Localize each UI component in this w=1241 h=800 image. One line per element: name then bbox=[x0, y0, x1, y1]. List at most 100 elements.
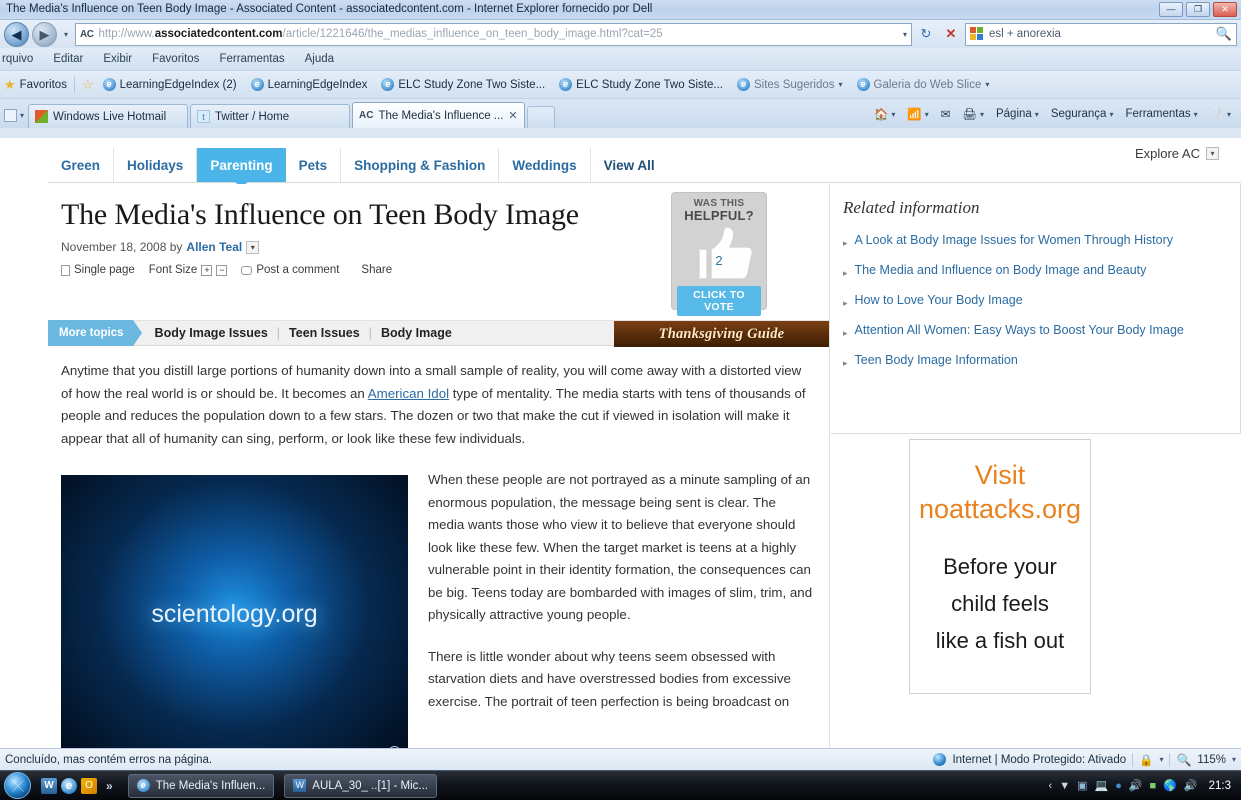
list-item[interactable]: ▸ Attention All Women: Easy Ways to Boost… bbox=[843, 321, 1224, 342]
chevron-down-icon[interactable]: ▾ bbox=[1227, 110, 1231, 119]
maximize-button[interactable]: ❐ bbox=[1186, 2, 1210, 17]
close-button[interactable]: ✕ bbox=[1213, 2, 1237, 17]
chevron-down-icon[interactable]: ▾ bbox=[1035, 110, 1039, 119]
chevron-down-icon[interactable]: ▾ bbox=[1206, 147, 1219, 160]
favorites-star-icon[interactable]: ★ bbox=[4, 77, 16, 93]
mail-button[interactable]: ✉ bbox=[937, 106, 955, 122]
home-button[interactable]: 🏠 ▾ bbox=[870, 106, 899, 122]
minimize-button[interactable]: — bbox=[1159, 2, 1183, 17]
favorites-label[interactable]: Favoritos bbox=[20, 79, 67, 91]
print-button[interactable]: 🖨 ▾ bbox=[958, 106, 988, 122]
menu-item-editar[interactable]: Editar bbox=[53, 53, 83, 65]
protected-mode-icon[interactable]: 🔒 bbox=[1139, 753, 1153, 767]
new-tab-button[interactable] bbox=[526, 106, 555, 128]
related-link[interactable]: Teen Body Image Information bbox=[855, 351, 1018, 372]
quick-tabs-icon[interactable] bbox=[4, 109, 17, 122]
share-button[interactable]: Share bbox=[361, 264, 392, 276]
url-input[interactable]: AC http://www.associatedcontent.com/arti… bbox=[75, 22, 912, 46]
search-input[interactable]: esl + anorexia 🔍 bbox=[965, 22, 1237, 46]
url-dropdown-caret-icon[interactable]: ▾ bbox=[903, 30, 907, 39]
monitor-icon[interactable]: 💻 bbox=[1094, 779, 1108, 792]
battery-icon[interactable]: ■ bbox=[1150, 780, 1157, 792]
font-size-control[interactable]: Font Size + − bbox=[149, 264, 228, 276]
menu-item-favoritos[interactable]: Favoritos bbox=[152, 53, 199, 65]
font-decrease-icon[interactable]: − bbox=[216, 264, 228, 276]
chevron-down-icon[interactable]: ▾ bbox=[1194, 110, 1198, 119]
click-to-vote-button[interactable]: CLICK TO VOTE bbox=[677, 286, 761, 316]
zoom-icon[interactable]: 🔍 bbox=[1176, 753, 1191, 767]
start-button[interactable] bbox=[4, 772, 31, 799]
topic-body-image[interactable]: Body Image bbox=[381, 326, 452, 340]
chevron-down-icon[interactable]: ▾ bbox=[839, 80, 843, 89]
network-icon[interactable]: 🌎 bbox=[1163, 779, 1177, 792]
list-item[interactable]: ▸ A Look at Body Image Issues for Women T… bbox=[843, 231, 1224, 252]
site-nav-holidays[interactable]: Holidays bbox=[114, 148, 198, 182]
tab-twitter-home[interactable]: t Twitter / Home bbox=[190, 104, 351, 128]
chevron-down-icon[interactable]: ▾ bbox=[246, 240, 260, 254]
quick-launch-overflow-icon[interactable]: » bbox=[106, 779, 113, 793]
site-nav-shopping-fashion[interactable]: Shopping & Fashion bbox=[341, 148, 500, 182]
feeds-button[interactable]: 📶 ▾ bbox=[903, 106, 932, 122]
list-item[interactable]: ▸ How to Love Your Body Image bbox=[843, 291, 1224, 312]
site-nav-pets[interactable]: Pets bbox=[286, 148, 342, 182]
site-nav-view-all[interactable]: View All bbox=[591, 148, 668, 182]
close-tab-icon[interactable]: ✕ bbox=[508, 109, 517, 122]
post-comment-button[interactable]: Post a comment bbox=[241, 264, 339, 276]
acrobat-icon[interactable]: ● bbox=[1115, 780, 1122, 792]
chevron-down-icon[interactable]: ▾ bbox=[1232, 755, 1236, 764]
add-favorite-icon[interactable]: ☆ bbox=[82, 77, 94, 93]
favorite-item-sites-sugeridos[interactable]: Sites Sugeridos ▾ bbox=[732, 76, 848, 93]
tab-list-caret-icon[interactable]: ▾ bbox=[20, 111, 24, 120]
zoom-level[interactable]: 115% bbox=[1197, 754, 1226, 766]
chevron-down-icon[interactable]: ▾ bbox=[980, 110, 984, 119]
more-topics-button[interactable]: More topics bbox=[48, 320, 142, 346]
antenna-icon[interactable]: ▼ bbox=[1059, 780, 1070, 792]
site-nav-parenting[interactable]: Parenting bbox=[197, 148, 286, 182]
related-link[interactable]: The Media and Influence on Body Image an… bbox=[855, 261, 1147, 282]
back-button[interactable]: ◀ bbox=[4, 21, 29, 47]
chevron-down-icon[interactable]: ▾ bbox=[1159, 755, 1163, 764]
site-nav-green[interactable]: Green bbox=[48, 148, 115, 182]
thanksgiving-guide-banner[interactable]: Thanksgiving Guide bbox=[614, 321, 829, 347]
word-icon[interactable]: W bbox=[41, 777, 57, 794]
refresh-button[interactable]: ↻ bbox=[915, 23, 937, 46]
taskbar-clock[interactable]: 21:3 bbox=[1205, 780, 1231, 792]
tools-menu-button[interactable]: Ferramentas ▾ bbox=[1121, 107, 1201, 121]
taskbar-item-word[interactable]: W AULA_30_ ..[1] - Mic... bbox=[284, 773, 437, 798]
author-link[interactable]: Allen Teal bbox=[186, 240, 242, 254]
volume-icon[interactable]: 🔊 bbox=[1184, 779, 1198, 792]
article-figure[interactable]: scientology.org i bbox=[61, 475, 408, 748]
favorite-item-galeria-web-slice[interactable]: Galeria do Web Slice▾ bbox=[852, 76, 995, 93]
help-button[interactable]: ❔ ▾ bbox=[1206, 106, 1235, 122]
favorite-item-learningedgeindex[interactable]: LearningEdgeIndex bbox=[246, 76, 373, 93]
menu-item-exibir[interactable]: Exibir bbox=[103, 53, 132, 65]
chevron-down-icon[interactable]: ▾ bbox=[985, 80, 989, 89]
topic-teen-issues[interactable]: Teen Issues bbox=[289, 326, 360, 340]
stop-button[interactable]: ✕ bbox=[940, 23, 962, 46]
related-link[interactable]: A Look at Body Image Issues for Women Th… bbox=[855, 231, 1173, 252]
site-nav-weddings[interactable]: Weddings bbox=[499, 148, 591, 182]
chevron-down-icon[interactable]: ▾ bbox=[925, 110, 929, 119]
menu-item-ajuda[interactable]: Ajuda bbox=[305, 53, 334, 65]
ie-icon[interactable]: e bbox=[61, 777, 77, 794]
opera-icon[interactable]: O bbox=[81, 777, 97, 794]
printer-tray-icon[interactable]: ▣ bbox=[1077, 779, 1087, 792]
topic-body-image-issues[interactable]: Body Image Issues bbox=[155, 326, 268, 340]
favorite-item-elc-study-zone-2[interactable]: ELC Study Zone Two Siste... bbox=[554, 76, 728, 93]
was-this-helpful-widget[interactable]: WAS THIS HELPFUL? 2 CLICK TO VOTE bbox=[671, 192, 767, 316]
list-item[interactable]: ▸ Teen Body Image Information bbox=[843, 351, 1224, 372]
related-link[interactable]: How to Love Your Body Image bbox=[855, 291, 1023, 312]
favorite-item-elc-study-zone-1[interactable]: ELC Study Zone Two Siste... bbox=[376, 76, 550, 93]
font-increase-icon[interactable]: + bbox=[201, 264, 213, 276]
menu-item-ferramentas[interactable]: Ferramentas bbox=[219, 53, 284, 65]
chevron-down-icon[interactable]: ▾ bbox=[1109, 110, 1113, 119]
explore-ac-button[interactable]: Explore AC ▾ bbox=[1135, 146, 1219, 161]
recent-pages-caret-icon[interactable]: ▾ bbox=[60, 30, 72, 39]
forward-button[interactable]: ▶ bbox=[32, 21, 57, 47]
tab-windows-live-hotmail[interactable]: Windows Live Hotmail bbox=[28, 104, 189, 128]
list-item[interactable]: ▸ The Media and Influence on Body Image a… bbox=[843, 261, 1224, 282]
tab-the-medias-influence[interactable]: AC The Media's Influence ... ✕ bbox=[352, 102, 525, 128]
american-idol-link[interactable]: American Idol bbox=[368, 386, 449, 401]
search-icon[interactable]: 🔍 bbox=[1216, 26, 1232, 42]
single-page-button[interactable]: Single page bbox=[61, 264, 135, 276]
